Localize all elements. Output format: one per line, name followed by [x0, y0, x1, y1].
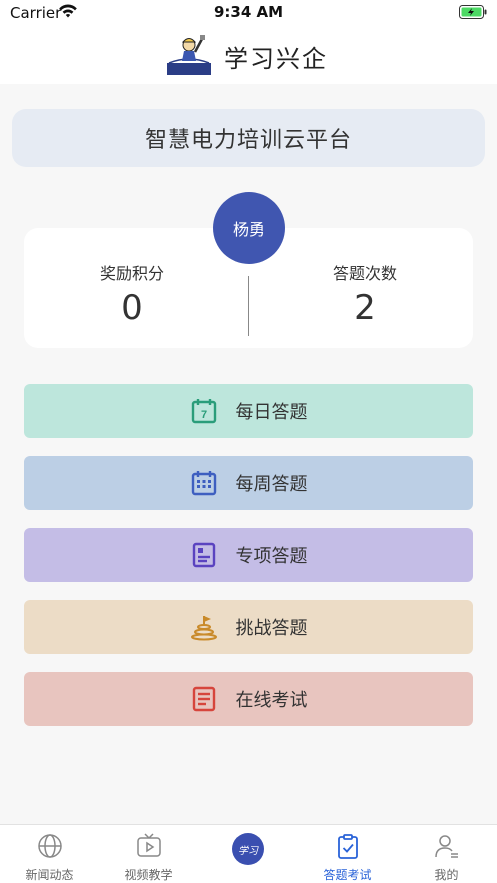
tab-exam[interactable]: 答题考试 [298, 825, 397, 883]
challenge-quiz-label: 挑战答题 [235, 618, 308, 639]
app-title: 学习兴企 [224, 45, 328, 73]
online-exam-button[interactable]: 在线考试 [24, 672, 473, 726]
answer-count-stat: 答题次数 2 [265, 260, 465, 328]
calendar-grid-icon [191, 471, 216, 496]
challenge-quiz-button[interactable]: 挑战答题 [24, 600, 473, 654]
flag-mountain-icon [190, 616, 217, 641]
main-content: 智慧电力培训云平台 奖励积分 0 答题次数 2 杨勇 7 每日答题 每周答题 专… [0, 84, 497, 824]
list-document-icon [192, 686, 215, 712]
user-avatar[interactable]: 杨勇 [213, 192, 285, 264]
tab-video[interactable]: 视频教学 [99, 825, 198, 883]
clock: 9:34 AM [213, 3, 284, 21]
tab-news-label: 新闻动态 [25, 868, 74, 882]
calendar-7-icon: 7 [191, 399, 216, 424]
tab-profile-label: 我的 [434, 868, 459, 882]
video-icon [137, 833, 161, 857]
special-quiz-button[interactable]: 专项答题 [24, 528, 473, 582]
stat-divider [248, 276, 249, 336]
tab-profile[interactable]: 我的 [397, 825, 496, 883]
clipboard-check-icon [338, 834, 358, 859]
answer-count-value: 2 [354, 288, 376, 328]
status-bar: Carrier 9:34 AM [0, 0, 497, 26]
tab-news[interactable]: 新闻动态 [0, 825, 99, 883]
weekly-quiz-button[interactable]: 每周答题 [24, 456, 473, 510]
globe-icon [38, 834, 62, 858]
app-logo-icon [167, 35, 211, 75]
document-icon [192, 542, 215, 568]
svg-text:7: 7 [200, 409, 206, 421]
weekly-quiz-label: 每周答题 [235, 474, 308, 495]
center-logo-icon[interactable]: 学习 [232, 833, 264, 865]
person-icon [435, 835, 458, 858]
daily-quiz-label: 每日答题 [235, 402, 308, 423]
answer-count-label: 答题次数 [332, 264, 397, 283]
battery-icon [459, 5, 487, 19]
special-quiz-label: 专项答题 [235, 546, 308, 567]
online-exam-label: 在线考试 [235, 690, 308, 711]
tab-video-label: 视频教学 [124, 868, 173, 882]
daily-quiz-button[interactable]: 7 每日答题 [24, 384, 473, 438]
platform-banner: 智慧电力培训云平台 [12, 109, 485, 167]
points-label: 奖励积分 [99, 264, 164, 283]
points-stat: 奖励积分 0 [32, 260, 232, 328]
points-value: 0 [121, 288, 143, 328]
tab-exam-label: 答题考试 [323, 868, 372, 882]
app-header: 学习兴企 [0, 26, 497, 84]
tab-bar: 新闻动态 视频教学 学习 答题考试 我的 [0, 824, 497, 883]
